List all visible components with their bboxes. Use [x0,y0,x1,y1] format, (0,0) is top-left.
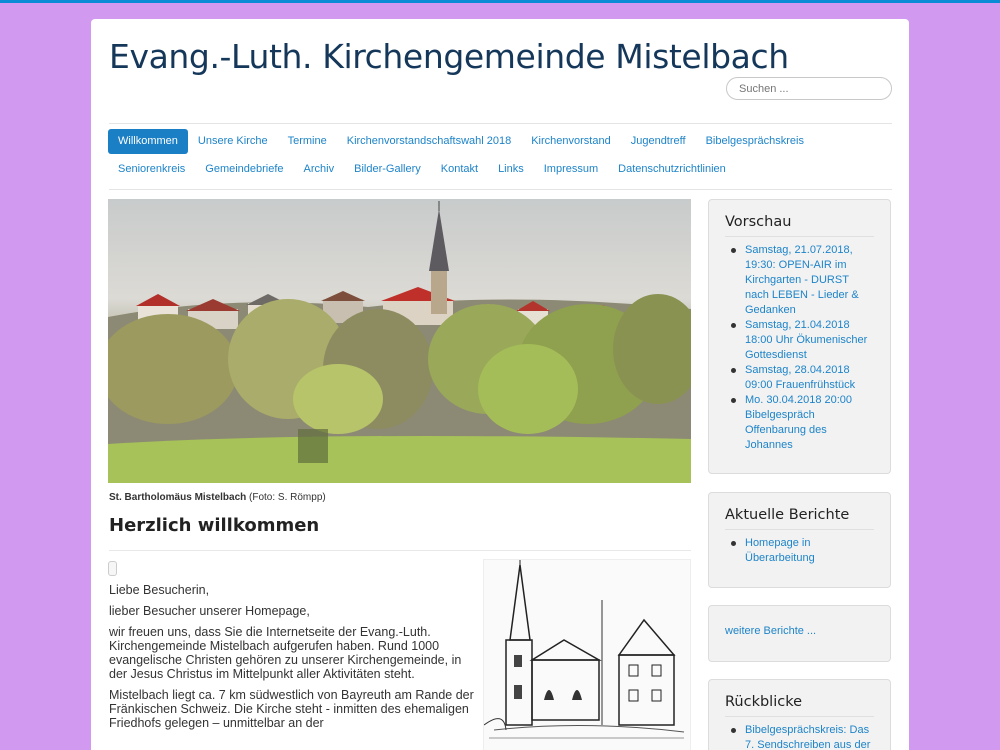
nav-item-bibelgespraechskreis[interactable]: Bibelgesprächskreis [696,129,814,154]
nav-item-termine[interactable]: Termine [278,129,337,154]
nav-item-gemeindebriefe[interactable]: Gemeindebriefe [195,157,293,182]
sidebar-rueckblicke: Rückblicke Bibelgesprächskreis: Das 7. S… [708,679,891,750]
nav-item-kirchenvorstand[interactable]: Kirchenvorstand [521,129,621,154]
sidebar-berichte-title: Aktuelle Berichte [725,507,874,530]
village-illustration [108,201,691,483]
vorschau-item[interactable]: Samstag, 21.04.2018 18:00 Uhr Ökumenisch… [725,318,874,363]
top-accent-bar [0,0,1000,3]
nav-item-unsere-kirche[interactable]: Unsere Kirche [188,129,278,154]
nav-item-jugendtreff[interactable]: Jugendtreff [621,129,696,154]
welcome-text: Liebe Besucherin, lieber Besucher unsere… [109,583,479,737]
search-input[interactable] [726,77,892,100]
nav-item-bilder-gallery[interactable]: Bilder-Gallery [344,157,431,182]
paragraph: lieber Besucher unserer Homepage, [109,604,310,618]
nav-row-2: Seniorenkreis Gemeindebriefe Archiv Bild… [108,157,893,183]
nav-item-willkommen[interactable]: Willkommen [108,129,188,154]
vorschau-item[interactable]: Samstag, 21.07.2018, 19:30: OPEN-AIR im … [725,243,874,318]
church-sketch-illustration [483,560,690,750]
paragraph: wir freuen uns, dass Sie die Internetsei… [109,625,462,681]
caption-credit: (Foto: S. Römpp) [246,492,326,503]
sidebar-vorschau-title: Vorschau [725,214,874,237]
site-title[interactable]: Evang.-Luth. Kirchengemeinde Mistelbach [109,37,789,76]
nav-item-impressum[interactable]: Impressum [534,157,608,182]
hero-village-photo [108,199,691,483]
page-container: Evang.-Luth. Kirchengemeinde Mistelbach … [91,19,909,750]
weitere-berichte-link[interactable]: weitere Berichte ... [725,625,816,637]
berichte-list: Homepage in Überarbeitung [725,536,874,566]
divider [109,123,892,124]
sidebar-weitere-berichte: weitere Berichte ... [708,605,891,662]
main-navigation: Willkommen Unsere Kirche Termine Kirchen… [108,129,893,185]
nav-item-kontakt[interactable]: Kontakt [431,157,488,182]
rueckblicke-list: Bibelgesprächskreis: Das 7. Sendschreibe… [725,723,874,750]
nav-item-archiv[interactable]: Archiv [294,157,345,182]
paragraph: Mistelbach liegt ca. 7 km südwestlich vo… [109,688,474,730]
sidebar-aktuelle-berichte: Aktuelle Berichte Homepage in Überarbeit… [708,492,891,588]
sidebar-vorschau: Vorschau Samstag, 21.07.2018, 19:30: OPE… [708,199,891,474]
nav-item-links[interactable]: Links [488,157,534,182]
berichte-item[interactable]: Homepage in Überarbeitung [725,536,874,566]
nav-item-seniorenkreis[interactable]: Seniorenkreis [108,157,195,182]
divider [109,550,691,551]
divider [109,189,892,190]
sidebar-rueckblicke-title: Rückblicke [725,694,874,717]
nav-item-datenschutz[interactable]: Datenschutzrichtlinien [608,157,736,182]
small-placeholder-box [108,561,117,576]
caption-title: St. Bartholomäus Mistelbach [109,492,247,503]
church-sketch-image [483,559,691,750]
welcome-heading: Herzlich willkommen [109,515,320,536]
rueckblicke-item[interactable]: Bibelgesprächskreis: Das 7. Sendschreibe… [725,723,874,750]
vorschau-item[interactable]: Mo. 30.04.2018 20:00 Bibelgespräch Offen… [725,393,874,453]
nav-row-1: Willkommen Unsere Kirche Termine Kirchen… [108,129,893,155]
nav-item-kirchenvorstandschaftswahl[interactable]: Kirchenvorstandschaftswahl 2018 [337,129,521,154]
paragraph: Liebe Besucherin, [109,583,210,597]
vorschau-list: Samstag, 21.07.2018, 19:30: OPEN-AIR im … [725,243,874,453]
hero-caption: St. Bartholomäus Mistelbach (Foto: S. Rö… [109,492,326,503]
vorschau-item[interactable]: Samstag, 28.04.2018 09:00 Frauenfrühstüc… [725,363,874,393]
